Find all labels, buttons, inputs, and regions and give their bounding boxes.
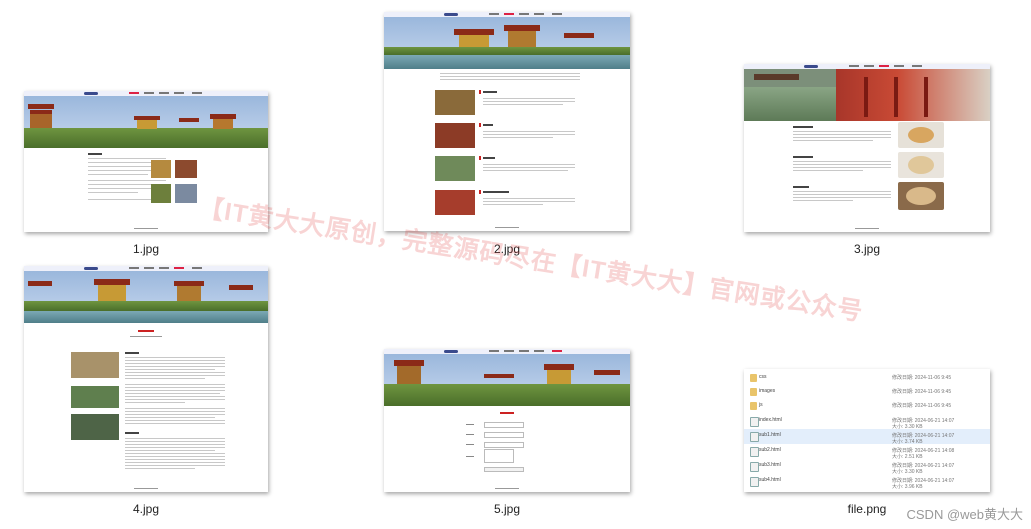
html-file-icon <box>750 417 759 427</box>
thumbnail-caption: 3.jpg <box>853 242 881 256</box>
banner-image <box>744 69 990 121</box>
folder-icon <box>750 374 757 382</box>
list-item[interactable]: index.html 修改日期: 2024-06-21 14:07 大小: 3.… <box>744 414 990 430</box>
html-file-icon <box>750 447 759 457</box>
thumbnail-3[interactable] <box>744 64 990 232</box>
html-file-icon <box>750 432 759 442</box>
file-size: 大小: 3.96 KB <box>892 484 923 490</box>
list-item[interactable]: images 修改日期: 2024-11-06 9:45 <box>744 385 990 399</box>
file-name: images <box>759 388 776 394</box>
file-name: index.html <box>759 417 782 423</box>
list-item[interactable]: css 修改日期: 2024-11-06 9:45 <box>744 371 990 385</box>
html-file-icon <box>750 462 759 472</box>
file-date: 修改日期: 2024-11-06 9:45 <box>892 389 952 395</box>
banner-image <box>24 96 268 148</box>
list-item[interactable]: sub3.html 修改日期: 2024-06-21 14:07 大小: 3.3… <box>744 459 990 475</box>
list-item[interactable]: sub4.html 修改日期: 2024-06-21 14:07 大小: 3.9… <box>744 474 990 490</box>
file-date: 修改日期: 2024-11-06 9:45 <box>892 375 952 381</box>
list-item[interactable]: sub2.html 修改日期: 2024-06-21 14:08 大小: 2.5… <box>744 444 990 460</box>
file-date: 修改日期: 2024-11-06 9:45 <box>892 403 952 409</box>
file-name: sub3.html <box>759 462 781 468</box>
file-name: sub2.html <box>759 447 781 453</box>
thumbnail-caption: 1.jpg <box>132 242 160 256</box>
file-name: sub4.html <box>759 477 781 483</box>
csdn-credit: CSDN @web黄大大 <box>906 507 1024 522</box>
banner-image <box>384 354 630 406</box>
list-item-selected[interactable]: sub1.html 修改日期: 2024-06-21 14:07 大小: 3.7… <box>744 429 990 445</box>
thumbnail-2[interactable] <box>384 12 630 231</box>
thumbnail-caption: 5.jpg <box>493 502 521 516</box>
file-name: css <box>759 374 767 380</box>
file-name: js <box>759 402 763 408</box>
folder-icon <box>750 388 757 396</box>
list-item[interactable]: js 修改日期: 2024-11-06 9:45 <box>744 399 990 413</box>
thumbnail-file-list[interactable]: css 修改日期: 2024-11-06 9:45 images 修改日期: 2… <box>744 369 990 492</box>
banner-image <box>24 271 268 323</box>
thumbnail-4[interactable] <box>24 266 268 492</box>
file-name: sub1.html <box>759 432 781 438</box>
html-file-icon <box>750 477 759 487</box>
banner-image <box>384 17 630 69</box>
thumbnail-caption: 4.jpg <box>132 502 160 516</box>
folder-icon <box>750 402 757 410</box>
thumbnail-5[interactable] <box>384 349 630 492</box>
